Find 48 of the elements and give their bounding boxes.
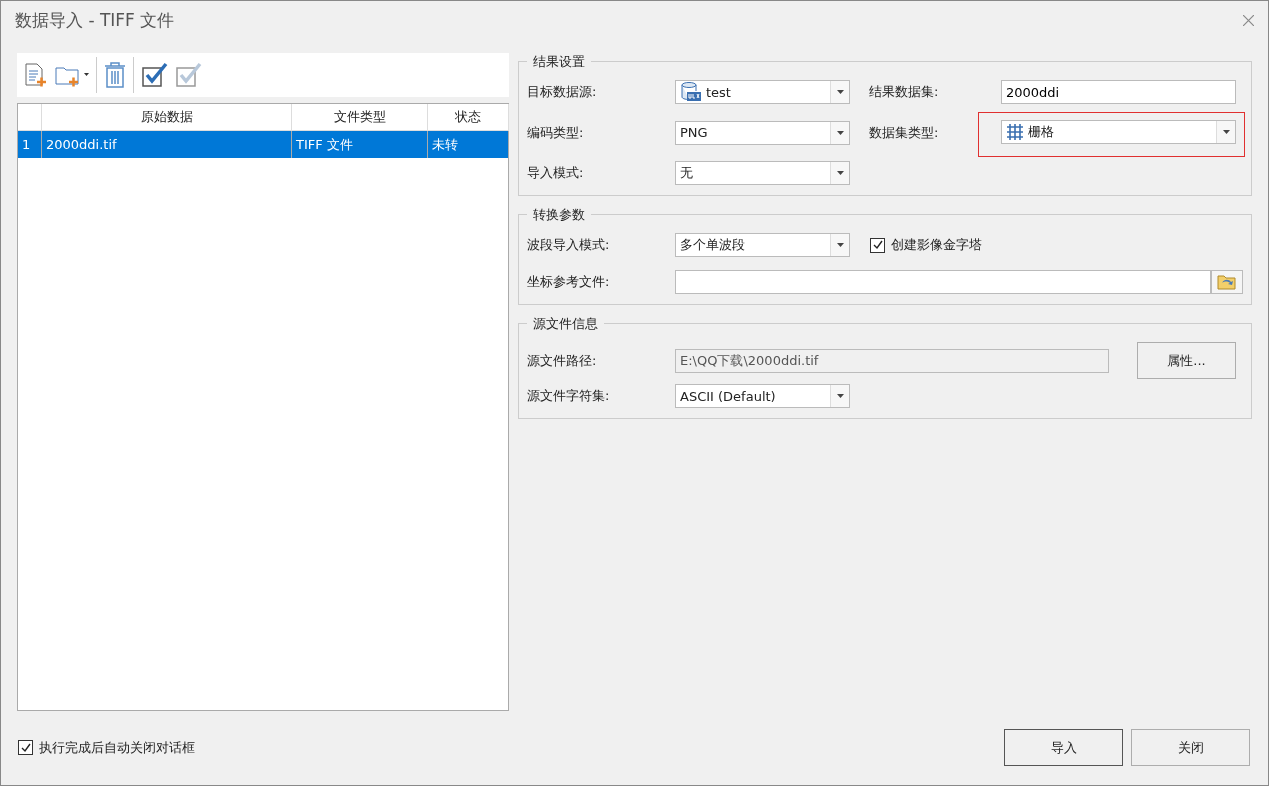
- checkbox-label: 执行完成后自动关闭对话框: [39, 738, 195, 757]
- group-title: 转换参数: [527, 206, 591, 224]
- field-label: 结果数据集:: [869, 83, 940, 101]
- dropdown-arrow-icon: [836, 394, 844, 398]
- dropdown[interactable]: ASCII (Default): [675, 384, 850, 408]
- dropdown-arrow-icon: [836, 243, 844, 247]
- dropdown[interactable]: PNG: [675, 120, 850, 145]
- table-cell: 未转: [428, 131, 509, 158]
- field-label: 目标数据源:: [527, 83, 598, 101]
- close-icon[interactable]: [1243, 14, 1254, 26]
- checkbox-label: 创建影像金字塔: [891, 236, 982, 254]
- table-cell: TIFF 文件: [292, 131, 428, 158]
- field-label: 导入模式:: [527, 164, 585, 182]
- group-title: 源文件信息: [527, 315, 604, 333]
- check-all-icon[interactable]: [140, 61, 168, 89]
- grid-icon: [1006, 123, 1024, 141]
- dialog-button[interactable]: 导入: [1004, 729, 1123, 766]
- dropdown-arrow-icon: [836, 171, 844, 175]
- table-cell: 2000ddi.tif: [42, 131, 292, 158]
- dropdown[interactable]: 多个单波段: [675, 233, 850, 257]
- window-title: 数据导入 - TIFF 文件: [15, 8, 175, 32]
- dropdown-arrow-icon: [836, 130, 844, 135]
- field-label: 坐标参考文件:: [527, 273, 611, 291]
- folder-icon: [1217, 274, 1237, 290]
- row-number: 1: [18, 131, 42, 158]
- dropdown[interactable]: 无: [675, 161, 850, 185]
- dropdown[interactable]: 栅格: [1001, 120, 1236, 144]
- browse-button[interactable]: [1211, 270, 1243, 294]
- table-row[interactable]: 1 2000ddi.tif TIFF 文件 未转: [18, 131, 508, 158]
- database-icon: [680, 81, 702, 103]
- delete-icon[interactable]: [103, 61, 127, 89]
- dropdown-arrow-icon: [1222, 130, 1230, 134]
- add-file-icon[interactable]: [22, 62, 48, 88]
- dropdown-arrow-icon: [836, 90, 844, 94]
- checkbox[interactable]: [18, 740, 33, 755]
- dropdown[interactable]: test: [675, 80, 850, 104]
- source-path-field: E:\QQ下载\2000ddi.tif: [675, 348, 1109, 373]
- dialog-button[interactable]: 关闭: [1131, 729, 1250, 766]
- text-field[interactable]: 2000ddi: [1001, 80, 1236, 104]
- uncheck-icon[interactable]: [174, 61, 202, 89]
- field-label: 数据集类型:: [869, 123, 940, 142]
- field-label: 波段导入模式:: [527, 236, 611, 254]
- field-label: 源文件路径:: [527, 351, 598, 370]
- group-title: 结果设置: [527, 53, 591, 71]
- field-label: 编码类型:: [527, 123, 585, 142]
- properties-button[interactable]: 属性...: [1137, 342, 1236, 379]
- field-label: 源文件字符集:: [527, 387, 611, 405]
- checkbox[interactable]: [870, 237, 885, 253]
